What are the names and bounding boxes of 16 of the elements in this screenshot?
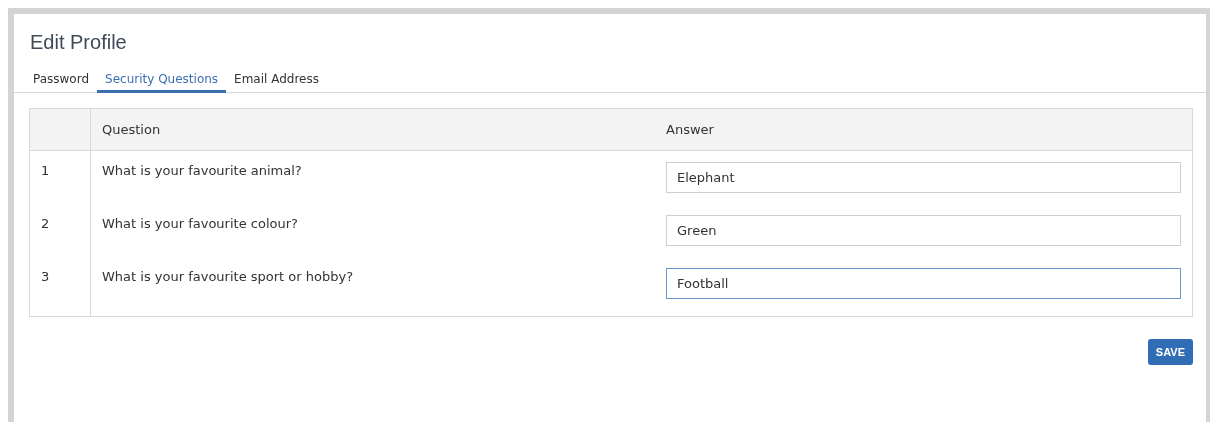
tab[interactable]: Security Questions xyxy=(97,68,227,93)
row-number: 1 xyxy=(29,150,91,204)
tab[interactable]: Password xyxy=(25,68,98,93)
question-text: What is your favourite animal? xyxy=(90,150,655,204)
save-button[interactable]: SAVE xyxy=(1147,339,1193,365)
answer-field[interactable]: Green xyxy=(666,214,1181,246)
column-header: Question xyxy=(90,108,655,151)
question-text: What is your favourite sport or hobby? xyxy=(90,256,655,317)
answer-field[interactable]: Football xyxy=(666,267,1181,299)
page-title: Edit Profile xyxy=(29,30,128,55)
answer-field[interactable]: Elephant xyxy=(666,162,1181,193)
column-header: Answer xyxy=(655,108,1193,151)
question-text: What is your favourite colour? xyxy=(90,203,655,257)
tab[interactable]: Email Address xyxy=(226,68,327,93)
row-number: 2 xyxy=(29,203,91,257)
row-number: 3 xyxy=(29,256,91,317)
